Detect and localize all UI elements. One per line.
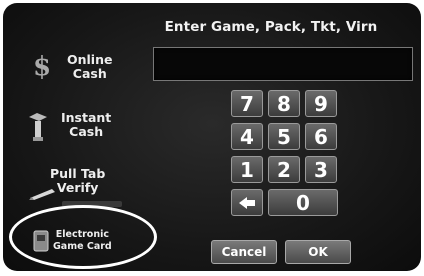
terminal-screen: Enter Game, Pack, Tkt, Virn $ Online Cas…: [3, 3, 421, 271]
dollar-coin-icon: $: [33, 52, 52, 82]
pull-tab-verify-button[interactable]: Pull Tab Verify: [28, 167, 138, 211]
electronic-game-card-button[interactable]: Electronic Game Card: [19, 224, 135, 262]
keypad-1[interactable]: 1: [231, 156, 263, 183]
number-entry-field[interactable]: [153, 47, 413, 81]
keypad-2[interactable]: 2: [268, 156, 300, 183]
keypad-0[interactable]: 0: [268, 189, 338, 216]
cancel-button[interactable]: Cancel: [211, 240, 277, 264]
keypad-7[interactable]: 7: [231, 90, 263, 117]
pull-tab-sublabel-blur: [62, 201, 122, 207]
electronic-game-card-label: Electronic Game Card: [53, 229, 112, 252]
backspace-arrow-icon: [239, 197, 255, 209]
keypad-3[interactable]: 3: [305, 156, 337, 183]
instant-cash-button[interactable]: Instant Cash: [27, 109, 133, 145]
pull-tab-verify-label: Pull Tab Verify: [50, 166, 106, 195]
keypad-6[interactable]: 6: [305, 123, 337, 150]
keypad-5[interactable]: 5: [268, 123, 300, 150]
card-icon: [33, 230, 49, 252]
keypad-4[interactable]: 4: [231, 123, 263, 150]
instant-cash-label: Instant Cash: [61, 110, 112, 139]
backspace-button[interactable]: [231, 189, 263, 216]
keypad-8[interactable]: 8: [268, 90, 300, 117]
keypad-9[interactable]: 9: [305, 90, 337, 117]
online-cash-label: Online Cash: [67, 52, 113, 81]
ok-button[interactable]: OK: [285, 240, 351, 264]
online-cash-button[interactable]: $ Online Cash: [33, 50, 133, 86]
entry-prompt: Enter Game, Pack, Tkt, Virn: [164, 19, 378, 35]
scratch-ticket-icon: [27, 111, 49, 143]
